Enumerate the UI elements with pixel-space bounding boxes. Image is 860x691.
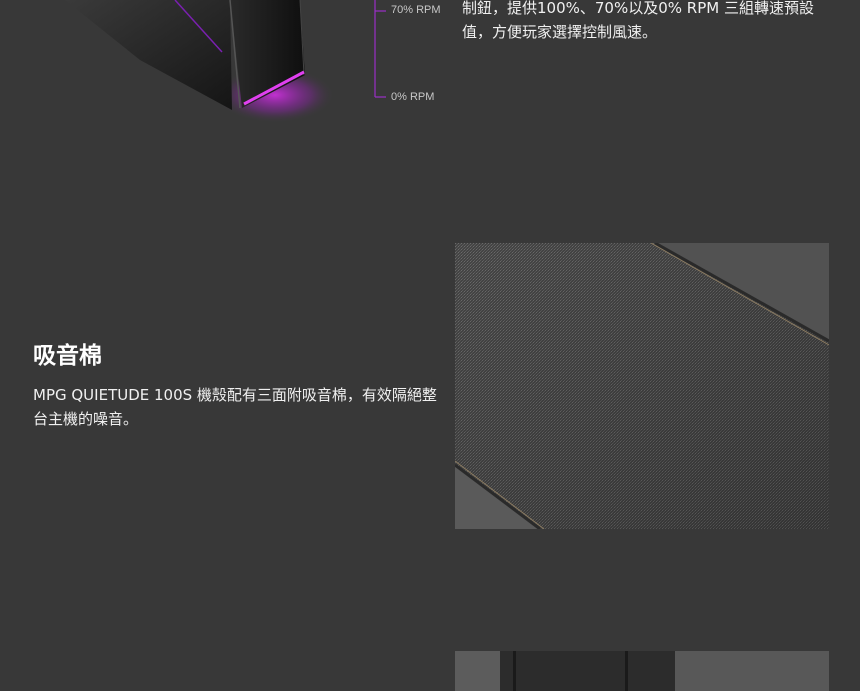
fan-control-description: 制鈕，提供100%、70%以及0% RPM 三組轉速預設值，方便玩家選擇控制風速…: [462, 0, 814, 41]
rpm-0-label: 0% RPM: [391, 91, 435, 103]
next-section-image: [455, 651, 829, 691]
sound-foam-image: [455, 243, 829, 529]
pc-case-image: [65, 0, 386, 123]
section-description: MPG QUIETUDE 100S 機殼配有三面附吸音棉，有效隔絕整台主機的噪音…: [33, 386, 437, 428]
section-title: 吸音棉: [33, 343, 102, 369]
rpm-70-label: 70% RPM: [391, 4, 441, 16]
case-illustration: 70% RPM 0% RPM: [0, 0, 450, 140]
